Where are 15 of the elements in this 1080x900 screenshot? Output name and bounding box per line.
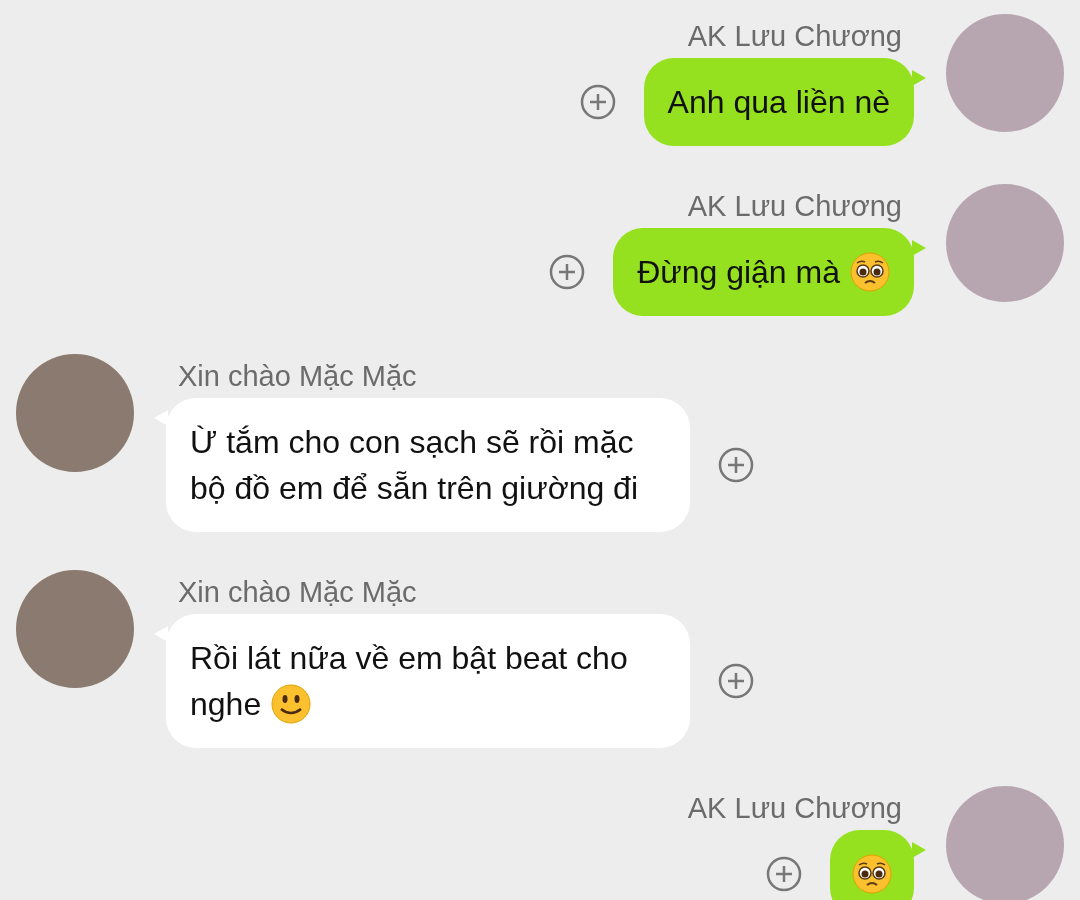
add-icon[interactable] (549, 254, 586, 290)
pleading-face-icon (852, 853, 892, 894)
sender-name: AK Lưu Chương (686, 19, 903, 54)
sender-name: AK Lưu Chương (686, 791, 903, 826)
smiley-icon (271, 683, 312, 724)
add-icon[interactable] (579, 84, 616, 120)
sender-name: AK Lưu Chương (686, 189, 903, 224)
bubble-tail (912, 70, 926, 86)
add-icon[interactable] (766, 856, 802, 892)
sender-name: Xin chào Mặc Mặc (177, 359, 418, 394)
bubble-tail (912, 240, 926, 256)
add-icon[interactable] (718, 663, 754, 699)
add-icon[interactable] (718, 447, 754, 483)
sender-name: Xin chào Mặc Mặc (177, 575, 418, 610)
pleading-face-icon (850, 251, 890, 292)
